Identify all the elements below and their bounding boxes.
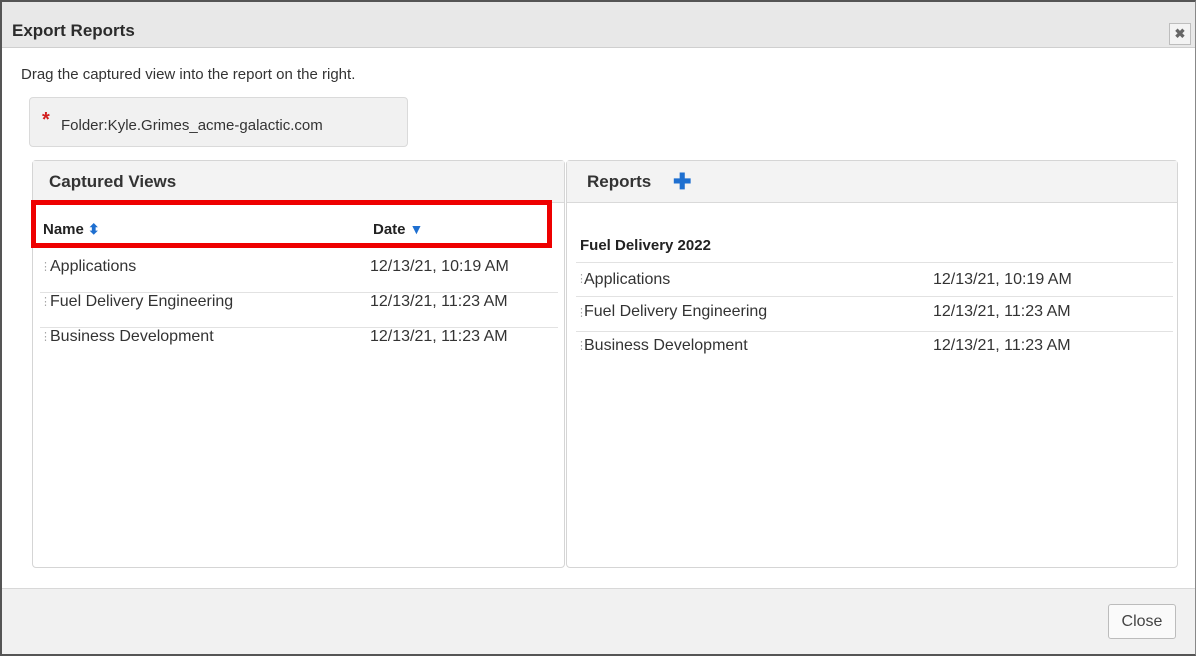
report-item-row[interactable]: ⋮ Applications 12/13/21, 10:19 AM [576,262,1173,297]
report-item-name: Fuel Delivery Engineering [584,303,768,320]
report-item-row[interactable]: ⋮ Fuel Delivery Engineering 12/13/21, 11… [576,297,1173,332]
dialog-title: Export Reports [12,21,135,40]
dialog-titlebar: Export Reports ✖ [2,2,1195,48]
folder-selector[interactable]: * Folder:Kyle.Grimes_acme-galactic.com [29,97,408,147]
captured-views-title: Captured Views [49,172,177,191]
report-name[interactable]: Fuel Delivery 2022 [580,237,711,254]
export-reports-dialog: Export Reports ✖ Drag the captured view … [0,0,1196,656]
captured-view-date: 12/13/21, 10:19 AM [370,258,509,275]
captured-view-name: Fuel Delivery Engineering [50,293,234,310]
dialog-footer: Close [2,588,1195,654]
reports-header: Reports ✚ [567,161,1177,203]
add-report-icon[interactable]: ✚ [673,169,691,195]
captured-view-row[interactable]: ⋮ Fuel Delivery Engineering 12/13/21, 11… [40,293,558,328]
captured-view-date: 12/13/21, 11:23 AM [370,328,508,345]
reports-title: Reports [587,172,652,191]
report-item-date: 12/13/21, 11:23 AM [933,303,1071,320]
report-item-name: Business Development [584,337,748,354]
captured-views-header: Captured Views [33,161,564,203]
report-item-name: Applications [584,271,671,288]
report-item-date: 12/13/21, 11:23 AM [933,337,1071,354]
captured-view-row[interactable]: ⋮ Applications 12/13/21, 10:19 AM [40,258,558,293]
captured-view-name: Business Development [50,328,214,345]
close-button[interactable]: Close [1108,604,1176,639]
report-item-row[interactable]: ⋮ Business Development 12/13/21, 11:23 A… [576,330,1173,365]
captured-view-name: Applications [50,258,137,275]
required-asterisk: * [42,109,50,131]
column-header-highlight [31,200,552,248]
report-item-date: 12/13/21, 10:19 AM [933,271,1072,288]
close-icon[interactable]: ✖ [1169,23,1191,45]
captured-view-date: 12/13/21, 11:23 AM [370,293,508,310]
folder-label: Folder:Kyle.Grimes_acme-galactic.com [61,117,323,134]
instructions-text: Drag the captured view into the report o… [21,66,356,83]
captured-view-row[interactable]: ⋮ Business Development 12/13/21, 11:23 A… [40,328,558,363]
